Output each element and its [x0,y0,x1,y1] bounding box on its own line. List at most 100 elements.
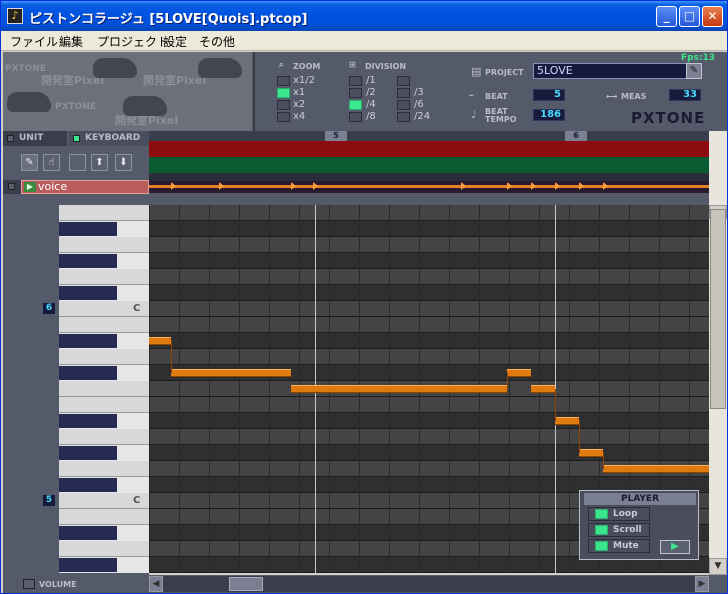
zoom-option-2[interactable] [277,100,290,110]
play-button[interactable]: ▶ [660,540,690,554]
horizontal-scroll-thumb[interactable] [229,577,263,591]
measure-ruler[interactable]: 5 6 [149,131,709,141]
pitch-lane[interactable] [149,397,709,413]
note-block[interactable] [291,385,507,393]
note-block[interactable] [171,369,291,377]
division-option-6[interactable] [397,100,410,110]
title-bar[interactable]: ♪ ピストンコラージュ [5LOVE[Quois].ptcop] _ □ ✕ [1,1,727,31]
pencil-tool-icon[interactable]: ✎ [21,154,38,171]
pitch-lane[interactable] [149,205,709,221]
zoom-option-4[interactable] [277,112,290,122]
division-option-blank[interactable] [397,76,410,86]
white-key[interactable] [59,541,149,557]
unit-voice[interactable]: ▶ voice [21,180,149,194]
scroll-down-icon[interactable]: ▼ [709,558,727,575]
pencil-icon[interactable]: ✎ [686,63,702,79]
pitch-lane[interactable] [149,221,709,237]
beat-value[interactable]: 5 [533,89,565,101]
tab-unit-label: UNIT [19,133,44,143]
volume-label: VOLUME [39,580,77,589]
division-option-2[interactable] [349,88,362,98]
division-option-8[interactable] [349,112,362,122]
black-key[interactable] [59,478,117,492]
tempo-value[interactable]: 186 [533,109,565,121]
event-lane-green[interactable] [149,157,709,173]
white-key[interactable] [59,205,149,221]
close-button[interactable]: ✕ [702,6,723,27]
note-block[interactable] [531,385,555,393]
black-key[interactable] [59,366,117,380]
scroll-right-icon[interactable]: ▶ [695,576,709,592]
white-key[interactable] [59,349,149,365]
note-block[interactable] [507,369,531,377]
pitch-lane[interactable] [149,445,709,461]
event-lane-red[interactable] [149,141,709,157]
menu-file[interactable]: ファイル [10,33,58,50]
note-block[interactable] [603,465,709,473]
maximize-button[interactable]: □ [679,6,700,27]
black-key[interactable] [59,222,117,236]
black-key[interactable] [59,414,117,428]
white-key[interactable] [59,381,149,397]
vertical-scrollbar[interactable]: ▲ ▼ [709,131,727,575]
pitch-lane[interactable] [149,317,709,333]
black-key[interactable] [59,334,117,348]
blank-tool-button[interactable] [69,154,86,171]
division-icon: ⊞ [349,60,356,69]
zoom-option-1[interactable] [277,88,290,98]
logo-text: PXTONE [5,64,47,74]
division-label-1: /1 [366,75,376,86]
vertical-scroll-thumb[interactable] [710,209,726,409]
menu-project[interactable]: プロジェクト [97,33,169,50]
unit-checkbox[interactable] [8,183,15,190]
minimize-button[interactable]: _ [656,6,677,27]
meas-value[interactable]: 33 [669,89,701,101]
hand-tool-icon[interactable]: ☝ [43,154,60,171]
pitch-lane[interactable] [149,349,709,365]
pitch-lane[interactable] [149,269,709,285]
event-lane-dark[interactable] [149,173,709,181]
pitch-lane[interactable] [149,333,709,349]
white-key[interactable] [59,237,149,253]
menu-other[interactable]: その他 [199,33,235,50]
project-name-field[interactable]: 5LOVE [533,63,687,79]
black-key[interactable] [59,558,117,572]
white-key[interactable] [59,461,149,477]
pitch-lane[interactable] [149,413,709,429]
tab-keyboard[interactable]: KEYBOARD [69,131,149,146]
arrow-down-icon[interactable]: ⬇ [115,154,132,171]
black-key[interactable] [59,526,117,540]
white-key[interactable] [59,397,149,413]
division-option-24[interactable] [397,112,410,122]
white-key[interactable] [59,429,149,445]
note-block[interactable] [579,449,603,457]
grid-line [269,205,270,573]
white-key[interactable] [59,317,149,333]
division-option-1[interactable] [349,76,362,86]
division-option-3[interactable] [397,88,410,98]
menu-settings[interactable]: 設定 [163,33,187,50]
pitch-lane[interactable] [149,253,709,269]
scroll-left-icon[interactable]: ◀ [149,576,163,592]
black-key[interactable] [59,446,117,460]
white-key[interactable] [59,269,149,285]
pitch-lane[interactable] [149,429,709,445]
menu-edit[interactable]: 編集 [59,33,83,50]
volume-toggle[interactable] [23,579,35,589]
arrow-up-icon[interactable]: ⬆ [91,154,108,171]
division-option-4[interactable] [349,100,362,110]
note-block[interactable] [149,337,171,345]
white-key[interactable] [59,509,149,525]
zoom-option-half[interactable] [277,76,290,86]
horizontal-scrollbar[interactable]: ◀ ▶ [149,576,709,592]
pitch-lane[interactable] [149,285,709,301]
tab-unit[interactable]: UNIT [3,131,67,146]
pitch-lane[interactable] [149,301,709,317]
piano-keyboard[interactable] [59,205,149,573]
black-key[interactable] [59,286,117,300]
pitch-lane[interactable] [149,237,709,253]
unit-row[interactable]: ▶ voice [3,180,149,194]
black-key[interactable] [59,254,117,268]
top-control-panel: PXTONE 開発室Pixel 開発室Pixel PXTONE 開発室Pixel… [3,52,727,131]
note-block[interactable] [555,417,579,425]
